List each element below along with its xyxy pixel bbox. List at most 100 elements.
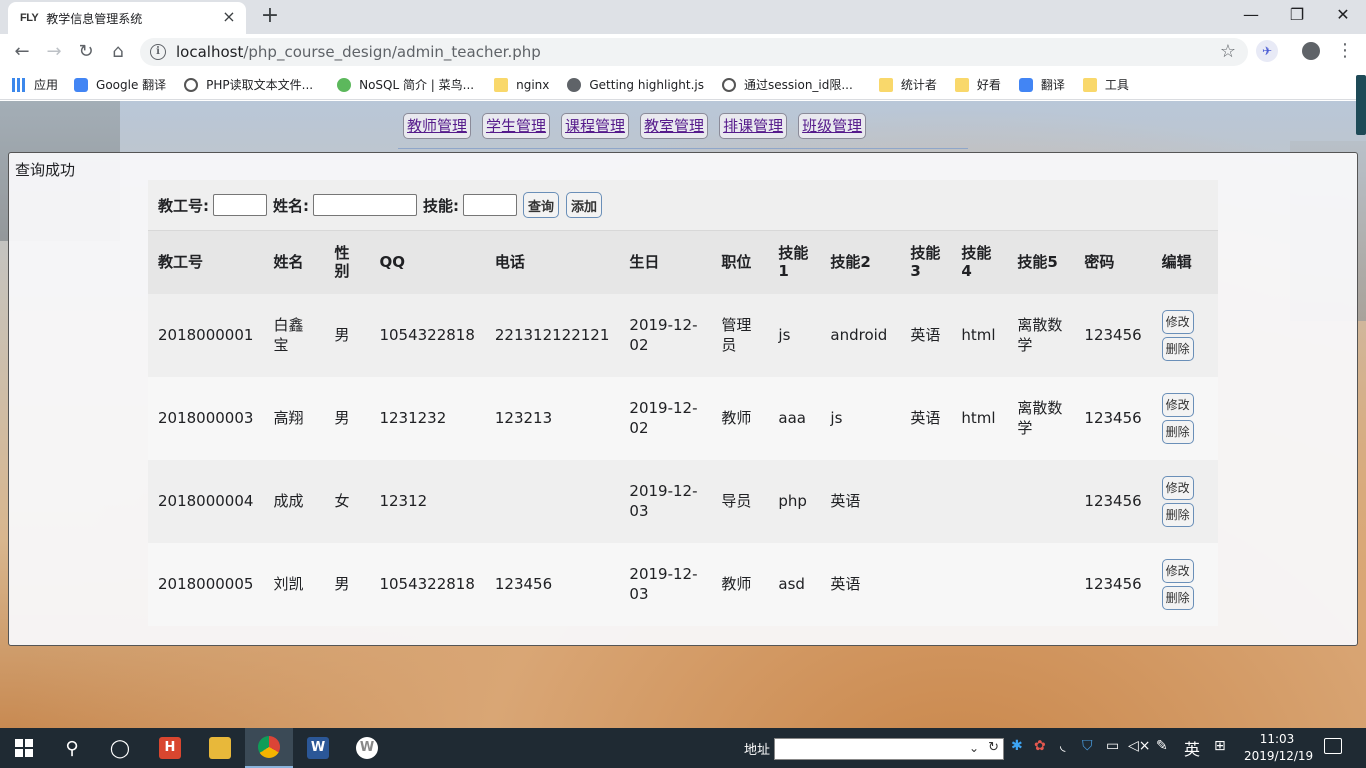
volume-muted-icon[interactable]: ◁× [1128, 738, 1151, 754]
table-cell: 12312 [369, 459, 485, 543]
profile-avatar-icon[interactable] [1302, 42, 1320, 60]
col-header: 电话 [484, 230, 620, 294]
table-cell: 白鑫宝 [263, 293, 325, 377]
delete-row-button[interactable]: 删除 [1161, 502, 1194, 527]
pen-icon[interactable]: ✎ [1156, 738, 1168, 754]
bookmark-session-id[interactable]: 通过session_id限... [722, 76, 853, 93]
wps-button[interactable]: W [343, 728, 391, 768]
browser-menu-icon[interactable]: ⋮ [1336, 40, 1354, 62]
tray-app-icon[interactable]: ✱ [1011, 738, 1023, 754]
network-icon[interactable]: ◟ [1060, 738, 1065, 754]
tab-close-icon[interactable]: × [220, 8, 238, 26]
table-row: 2018000004 成成女 12312 2019-12-03 导员 php 英语 12345… [148, 459, 1218, 543]
table-cell: 男 [324, 293, 370, 377]
table-cell [900, 542, 952, 626]
nav-classroom-management[interactable]: 教室管理 [640, 113, 709, 139]
edit-row-button[interactable]: 修改 [1161, 475, 1194, 500]
table-cell [951, 542, 1008, 626]
cortana-icon[interactable]: ◯ [96, 728, 144, 768]
search-icon[interactable]: ⚲ [48, 728, 96, 768]
bookmark-nosql[interactable]: NoSQL 简介 | 菜鸟... [337, 76, 474, 93]
col-header: QQ [369, 230, 485, 294]
delete-row-button[interactable]: 删除 [1161, 336, 1194, 361]
nav-class-management[interactable]: 班级管理 [798, 113, 867, 139]
info-icon[interactable]: i [150, 44, 166, 60]
address-bar[interactable]: i localhost/php_course_design/admin_teac… [140, 38, 1248, 66]
close-window-button[interactable]: ✕ [1320, 2, 1366, 30]
huawei-app-button[interactable]: H [146, 728, 194, 768]
back-arrow-icon[interactable]: ← [10, 40, 34, 64]
nav-student-management[interactable]: 学生管理 [482, 113, 551, 139]
url-host: localhost [176, 43, 244, 61]
col-header: 姓名 [263, 230, 325, 294]
extension-icon[interactable]: ✈ [1256, 40, 1278, 62]
bookmark-apps[interactable]: 应用 [12, 76, 58, 93]
security-shield-icon[interactable]: ⛉ [1082, 738, 1093, 754]
clock-time: 11:03 [1259, 732, 1295, 746]
row-actions: 修改 删除 [1151, 542, 1218, 626]
edit-row-button[interactable]: 修改 [1161, 392, 1194, 417]
browser-tab[interactable]: FLY 教学信息管理系统 × [8, 2, 246, 34]
table-cell: 教师 [711, 376, 769, 460]
refresh-icon[interactable]: ↻ [988, 740, 999, 755]
start-button[interactable] [0, 728, 48, 768]
teacher-id-input[interactable] [213, 194, 267, 216]
ime-language-indicator[interactable]: 英 [1184, 736, 1200, 760]
edit-row-button[interactable]: 修改 [1161, 558, 1194, 583]
bookmark-translate[interactable]: 翻译 [1018, 76, 1065, 93]
table-cell: 123456 [484, 542, 620, 626]
nav-course-management[interactable]: 课程管理 [561, 113, 630, 139]
apps-grid-icon [12, 77, 26, 92]
chrome-button[interactable] [245, 728, 293, 768]
table-cell: 1054322818 [369, 293, 485, 377]
bookmark-google-translate[interactable]: Google 翻译 [74, 76, 166, 93]
edit-row-button[interactable]: 修改 [1161, 309, 1194, 334]
file-explorer-button[interactable] [196, 728, 244, 768]
tray-app-icon[interactable]: ✿ [1034, 738, 1046, 754]
table-cell: 2019-12-03 [619, 542, 712, 626]
table-cell: 离散数学 [1007, 293, 1075, 377]
col-header: 编辑 [1151, 230, 1218, 294]
table-cell: asd [768, 542, 821, 626]
table-cell: 123456 [1074, 376, 1152, 460]
name-input[interactable] [313, 194, 417, 216]
nav-schedule-management[interactable]: 排课管理 [719, 113, 788, 139]
bookmark-highlightjs[interactable]: Getting highlight.js [567, 77, 704, 92]
status-message: 查询成功 [15, 161, 76, 179]
bookmark-tools[interactable]: 工具 [1082, 76, 1129, 93]
query-button[interactable]: 查询 [523, 192, 560, 218]
maximize-button[interactable]: ❐ [1274, 2, 1320, 30]
minimize-button[interactable]: — [1228, 2, 1274, 30]
table-cell: 刘凯 [263, 542, 325, 626]
keyboard-grid-icon[interactable]: ⊞ [1214, 738, 1226, 754]
bookmark-stats[interactable]: 统计者 [878, 76, 937, 93]
system-clock[interactable]: 11:03 2019/12/19 [1244, 731, 1313, 765]
bookmark-nginx[interactable]: nginx [494, 77, 549, 92]
chevron-down-icon[interactable]: ⌄ [969, 741, 979, 755]
col-header: 技能5 [1007, 230, 1075, 294]
col-header: 性别 [324, 230, 370, 294]
bookmark-php-read[interactable]: PHP读取文本文件... [184, 76, 313, 93]
folder-icon [209, 737, 231, 759]
new-tab-button[interactable]: + [258, 4, 282, 28]
delete-row-button[interactable]: 删除 [1161, 585, 1194, 610]
col-header: 技能1 [768, 230, 821, 294]
skill-input[interactable] [463, 194, 517, 216]
word-button[interactable]: W [294, 728, 342, 768]
bookmark-star-icon[interactable]: ☆ [1220, 41, 1236, 62]
address-toolbar-input[interactable]: ⌄ ↻ [774, 738, 1004, 760]
table-cell: 离散数学 [1007, 376, 1075, 460]
forward-arrow-icon[interactable]: → [42, 40, 66, 64]
browser-titlebar: FLY 教学信息管理系统 × + — ❐ ✕ [0, 0, 1366, 34]
add-button[interactable]: 添加 [566, 192, 603, 218]
table-cell: 123456 [1074, 542, 1152, 626]
table-cell: 教师 [711, 542, 769, 626]
home-icon[interactable]: ⌂ [106, 40, 130, 64]
notification-center-icon[interactable] [1324, 738, 1342, 754]
bookmark-good[interactable]: 好看 [954, 76, 1001, 93]
reload-icon[interactable]: ↻ [74, 40, 98, 64]
nav-teacher-management[interactable]: 教师管理 [403, 113, 472, 139]
scrollbar-thumb[interactable] [1356, 75, 1366, 135]
battery-icon[interactable]: ▭ [1106, 738, 1119, 754]
delete-row-button[interactable]: 删除 [1161, 419, 1194, 444]
